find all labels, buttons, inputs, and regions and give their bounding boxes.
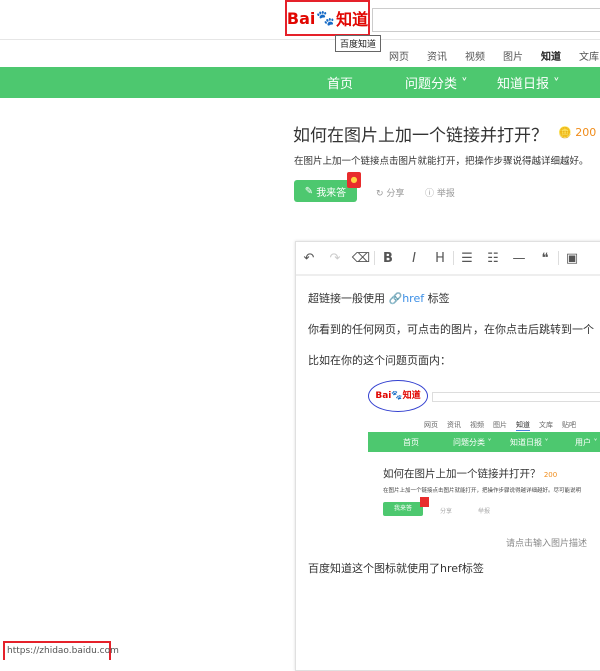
redo-icon[interactable]: ↷ xyxy=(322,251,348,266)
text: 超链接一般使用 xyxy=(308,292,385,305)
image-icon[interactable]: ▣ xyxy=(559,251,585,266)
mini-tab: 文库 xyxy=(539,421,553,429)
mini-tab: 知道 xyxy=(516,421,530,431)
bullet-list-icon[interactable]: ☰ xyxy=(454,251,480,266)
nav-daily[interactable]: 知道日报 ˅ xyxy=(497,73,560,92)
mini-red-packet-icon xyxy=(420,497,429,507)
mini-report: 举报 xyxy=(478,508,491,515)
mini-nav-item: 知道日报 ˅ xyxy=(510,438,549,447)
nav-home[interactable]: 首页 xyxy=(327,73,353,92)
content-line-4: 百度知道这个图标就使用了href标签 xyxy=(308,562,484,575)
paw-icon: 🐾 xyxy=(316,9,336,27)
italic-icon[interactable]: I xyxy=(401,251,427,266)
quote-icon[interactable]: ❝ xyxy=(532,251,558,266)
link-icon: 🔗 xyxy=(388,292,403,305)
content-line-1: 超链接一般使用 🔗href 标签 xyxy=(308,290,450,306)
mini-tab: 网页 xyxy=(424,421,438,429)
answer-label: 我来答 xyxy=(316,187,347,199)
mini-tab: 视频 xyxy=(470,421,484,429)
mini-nav-item: 用户 ˅ xyxy=(575,438,598,447)
search-input[interactable] xyxy=(372,8,600,32)
mini-search xyxy=(432,392,600,402)
eraser-icon[interactable]: ⌫ xyxy=(348,251,374,266)
share-button[interactable]: ↻ 分享 xyxy=(376,186,404,199)
mini-tab: 图片 xyxy=(493,421,507,429)
tooltip: 百度知道 xyxy=(335,35,382,52)
report-label: 举报 xyxy=(436,189,455,199)
mini-tabs: 网页 资讯 视频 图片 知道 文库 贴吧 xyxy=(424,420,576,431)
question-title: 如何在图片上加一个链接并打开？ xyxy=(293,126,548,146)
mini-nav-item: 首页 xyxy=(403,438,419,447)
numbered-list-icon[interactable]: ☷ xyxy=(480,251,506,266)
heading-icon[interactable]: H xyxy=(427,251,453,266)
logo-text: Bai xyxy=(286,8,316,28)
header-divider xyxy=(0,39,600,40)
share-label: 分享 xyxy=(386,189,405,199)
mini-nav-item: 问题分类 ˅ xyxy=(453,438,492,447)
baidu-zhidao-logo[interactable]: Bai 🐾 知道 xyxy=(285,0,370,36)
content-line-3: 比如在你的这个问题页面内： xyxy=(308,354,451,367)
content-line-2: 你看到的任何网页，可点击的图片，在你点击后跳转到一个 xyxy=(308,323,594,336)
reward-value: 200 xyxy=(575,126,597,139)
embedded-screenshot[interactable]: Bai🐾知道 网页 资讯 视频 图片 知道 文库 贴吧 首页 问题分类 ˅ 知道日报 ˅ 用… xyxy=(368,380,600,545)
red-packet-icon: ● xyxy=(347,172,361,188)
coin-icon: 🪙 xyxy=(558,126,572,139)
bold-icon[interactable]: B xyxy=(375,251,401,266)
mini-share: 分享 xyxy=(440,508,453,515)
mini-reward: 200 xyxy=(543,471,558,479)
horizontal-rule-icon[interactable]: — xyxy=(506,251,532,266)
main-nav: 首页 问题分类 ˅ 知道日报 ˅ xyxy=(0,67,600,98)
undo-icon[interactable]: ↶ xyxy=(296,251,322,266)
question-description: 在图片上加一个链接点击图片就能打开，把操作步骤说得越详细越好。 xyxy=(294,156,589,167)
reward-badge: 🪙 200 xyxy=(558,126,596,139)
mini-title: 如何在图片上加一个链接并打开？ 200 xyxy=(383,466,557,481)
mini-answer-button: 我来答 xyxy=(383,502,423,516)
editor-toolbar: ↶ ↷ ⌫ B I H ☰ ☷ — ❝ ▣ xyxy=(296,242,600,276)
mini-title-text: 如何在图片上加一个链接并打开？ xyxy=(383,468,541,480)
text: 标签 xyxy=(427,292,450,305)
logo-cn: 知道 xyxy=(336,10,369,29)
href-link[interactable]: href xyxy=(402,292,424,305)
edit-icon: ✎ xyxy=(304,185,314,197)
mini-tab: 贴吧 xyxy=(562,421,576,429)
image-caption[interactable]: 请点击输入图片描述 xyxy=(506,536,587,549)
answer-editor[interactable]: ↶ ↷ ⌫ B I H ☰ ☷ — ❝ ▣ 超链接一般使用 🔗href 标签 你… xyxy=(295,241,600,671)
status-bar-url: https://zhidao.baidu.com xyxy=(3,641,119,660)
report-button[interactable]: ⓘ 举报 xyxy=(425,186,455,199)
nav-categories[interactable]: 问题分类 ˅ xyxy=(405,73,468,92)
mini-nav: 首页 问题分类 ˅ 知道日报 ˅ 用户 ˅ xyxy=(368,432,600,452)
mini-tab: 资讯 xyxy=(447,421,461,429)
circled-logo: Bai🐾知道 xyxy=(368,380,428,412)
mini-description: 在图片上加一个链接点击图片就能打开，把操作步骤说得越详细越好。尽可能说明 xyxy=(383,488,582,494)
